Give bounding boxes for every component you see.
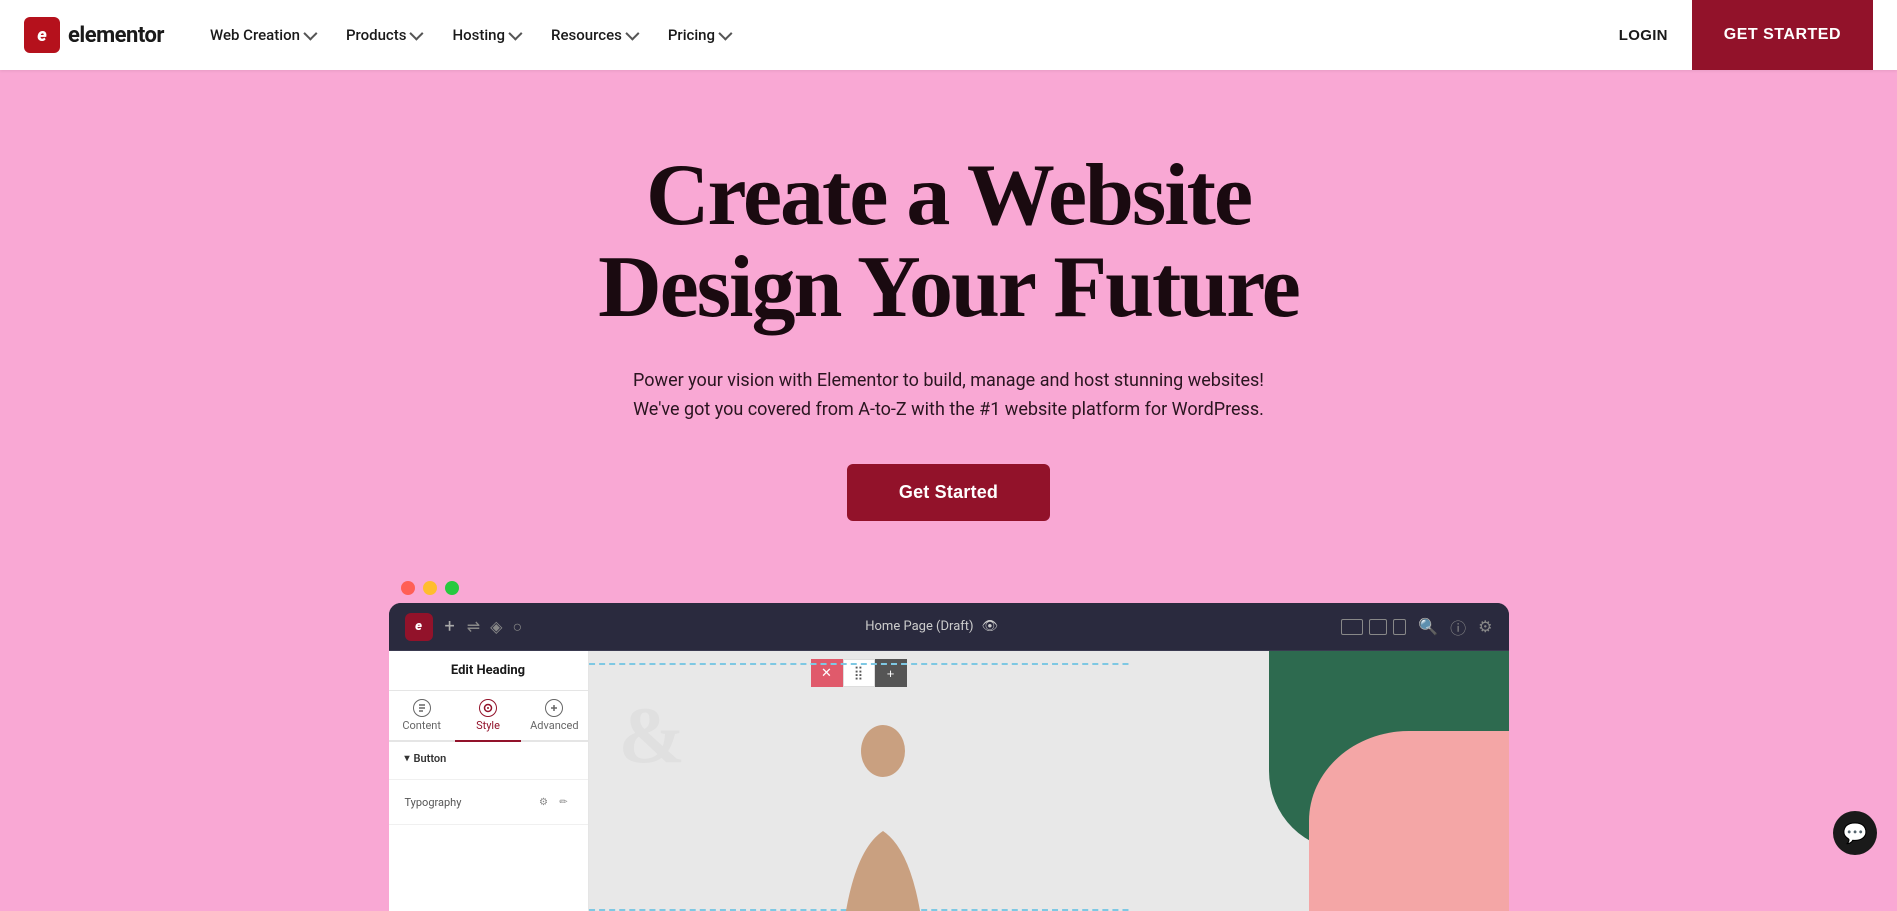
hero-section: Create a Website Design Your Future Powe… [0,70,1897,911]
logo-text: elementor [68,23,164,48]
search-icon[interactable]: 🔍 [1418,617,1438,636]
nav-item-products[interactable]: Products [332,18,435,52]
get-started-button-hero[interactable]: Get Started [847,464,1050,521]
chat-icon: 💬 [1843,821,1868,845]
get-started-button-nav[interactable]: GET STARTED [1692,0,1873,70]
nav-item-resources[interactable]: Resources [537,18,650,52]
panel-tabs: Content Style Advanced [389,691,588,742]
canvas-ampersand: & [619,691,686,782]
chevron-down-icon [410,27,424,41]
style-tab-icon [479,699,497,717]
drag-handle[interactable]: ⣿ [843,659,875,687]
advanced-tab-icon [545,699,563,717]
dot-green [445,581,459,595]
typography-edit-icon[interactable]: ✏ [556,794,572,810]
content-tab-icon [413,699,431,717]
browser-mockup: e + ⇌ ◈ ○ Home Page (Draft) 👁 [389,581,1509,911]
logo-link[interactable]: e elementor [24,17,164,53]
chat-bubble-button[interactable]: 💬 [1833,811,1877,855]
toolbar-center: Home Page (Draft) 👁 [534,619,1329,634]
browser-dots [389,581,1509,603]
eye-icon: 👁 [982,619,999,634]
dot-red [401,581,415,595]
toolbar-icons-group: ⇌ ◈ ○ [467,617,522,637]
typography-icons: ⚙ ✏ [536,794,572,810]
logo-icon: e [24,17,60,53]
mobile-view-icon[interactable] [1393,619,1406,635]
nav-right: LOGIN GET STARTED [1595,0,1873,70]
person-preview [823,711,943,911]
elementor-toolbar-icon: e [405,613,433,641]
add-element-button[interactable]: + [875,659,907,687]
chevron-down-icon [625,27,639,41]
toolbar-right: 🔍 ⓘ ⚙ [1341,615,1492,639]
panel-tab-content[interactable]: Content [389,691,455,740]
chevron-down-icon [718,27,732,41]
hero-title: Create a Website Design Your Future [20,150,1877,335]
hero-subtitle: Power your vision with Elementor to buil… [629,367,1269,425]
main-canvas: ✕ ⣿ + & [589,651,1129,911]
edit-controls: ✕ ⣿ + [811,659,907,687]
left-panel: Edit Heading Content Style [389,651,589,911]
page-title-label: Home Page (Draft) [865,619,973,634]
settings-icon[interactable]: ⚙ [1478,617,1492,636]
panel-tab-advanced[interactable]: Advanced [521,691,587,740]
tablet-view-icon[interactable] [1369,619,1387,635]
view-icons [1341,619,1406,635]
undo-icon[interactable]: ⇌ [467,617,480,636]
editor-content: Edit Heading Content Style [389,651,1509,911]
browser-toolbar: e + ⇌ ◈ ○ Home Page (Draft) 👁 [389,603,1509,651]
typography-label: Typography [405,796,462,809]
nav-links: Web Creation Products Hosting Resources … [196,18,1595,52]
dot-yellow [423,581,437,595]
panel-tab-style[interactable]: Style [455,691,521,742]
right-canvas [1129,651,1509,911]
chevron-down-icon [508,27,522,41]
layers-icon[interactable]: ◈ [490,617,502,636]
login-button[interactable]: LOGIN [1595,17,1692,54]
panel-typography-section: Typography ⚙ ✏ [389,780,588,825]
toolbar-plus-icon[interactable]: + [445,616,455,637]
panel-section-label: Button [405,752,572,765]
panel-button-section: Button [389,742,588,780]
browser-window: e + ⇌ ◈ ○ Home Page (Draft) 👁 [389,603,1509,911]
nav-item-web-creation[interactable]: Web Creation [196,18,328,52]
comment-icon[interactable]: ○ [512,617,522,637]
typography-settings-icon[interactable]: ⚙ [536,794,552,810]
close-button[interactable]: ✕ [811,659,843,687]
navbar: e elementor Web Creation Products Hostin… [0,0,1897,70]
typography-field-row: Typography ⚙ ✏ [405,790,572,814]
desktop-view-icon[interactable] [1341,619,1363,635]
chevron-down-icon [303,27,317,41]
pink-shape [1309,731,1509,911]
info-icon[interactable]: ⓘ [1450,615,1466,639]
nav-item-pricing[interactable]: Pricing [654,18,743,52]
nav-item-hosting[interactable]: Hosting [438,18,533,52]
panel-heading: Edit Heading [389,651,588,691]
